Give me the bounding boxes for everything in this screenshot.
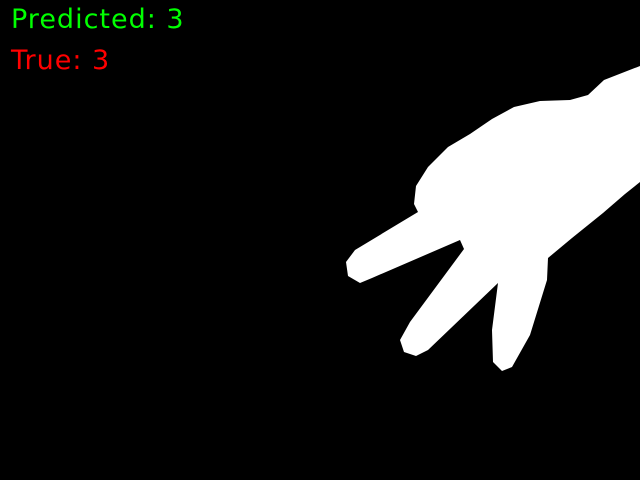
segmentation-frame: Predicted: 3 True: 3: [0, 0, 640, 480]
predicted-label: Predicted: 3: [11, 4, 185, 35]
hand-mask: [346, 66, 640, 371]
true-label: True: 3: [11, 45, 111, 76]
